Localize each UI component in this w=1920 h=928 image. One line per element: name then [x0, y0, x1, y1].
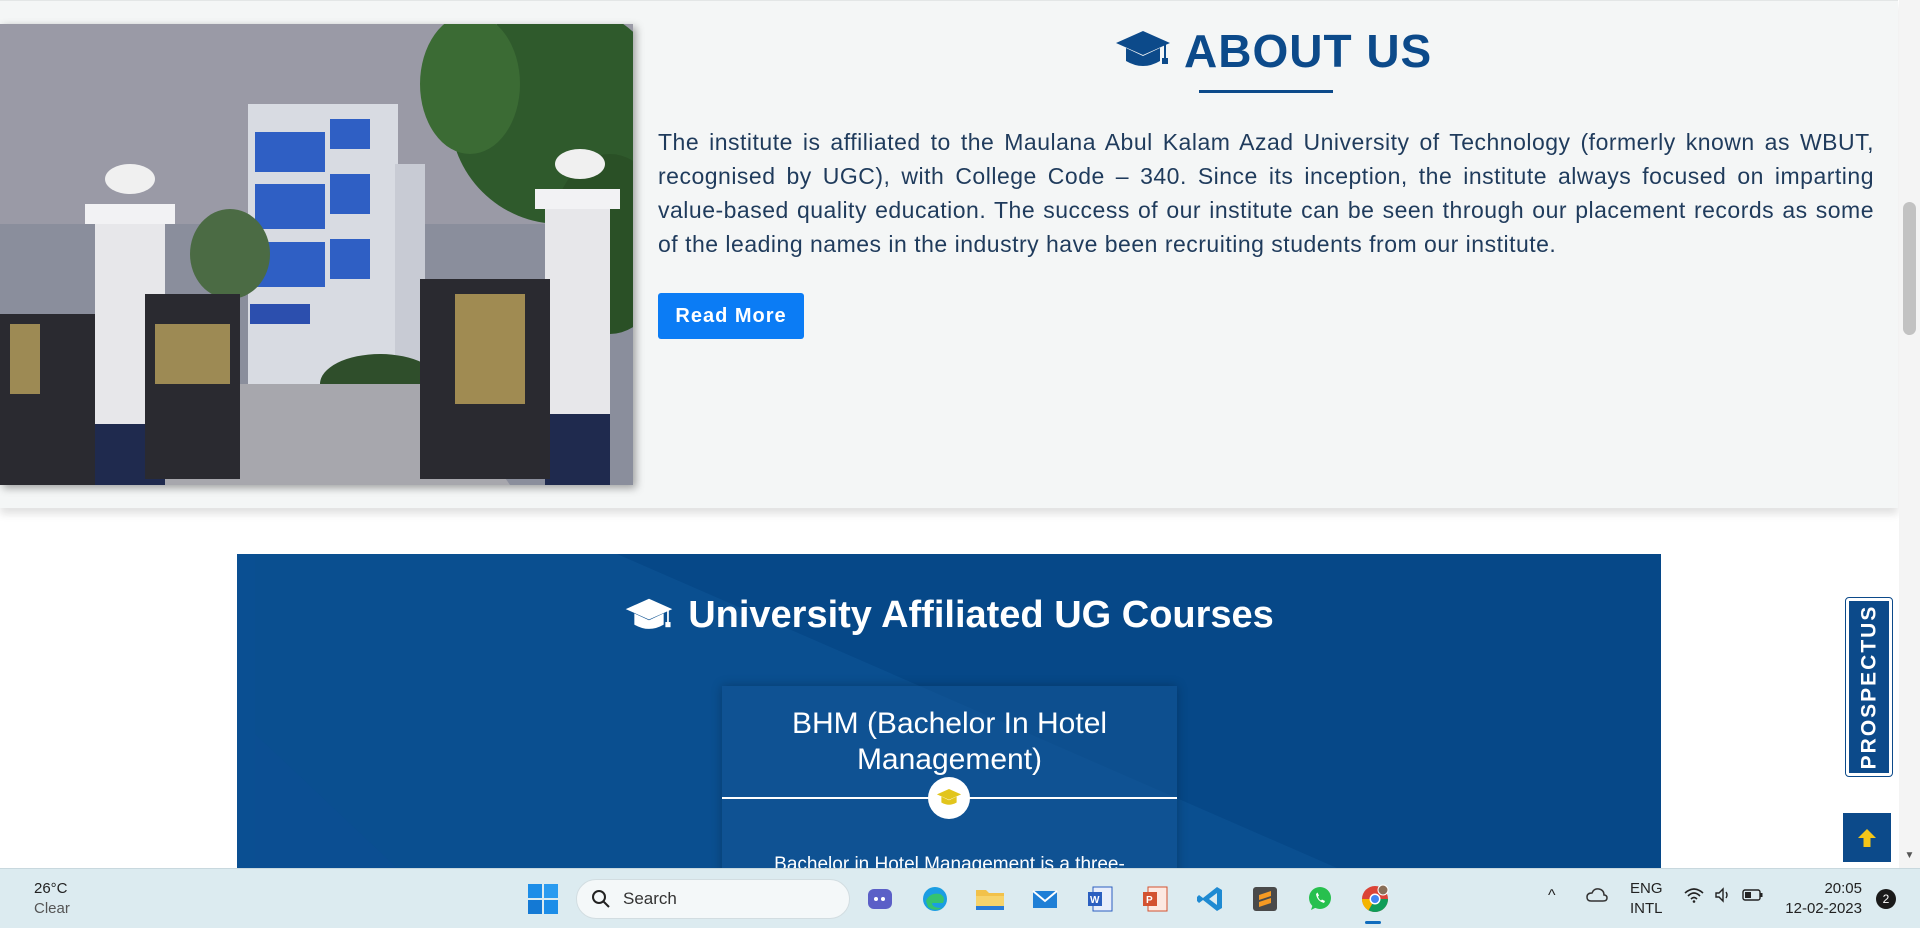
weather-widget[interactable]: 26°C Clear [34, 879, 70, 919]
language-code: ENG [1630, 880, 1663, 897]
wifi-icon [1684, 888, 1704, 903]
clock-date: 12-02-2023 [1785, 900, 1862, 917]
arrow-up-icon [1858, 828, 1876, 847]
about-title-text: ABOUT US [1184, 25, 1433, 77]
language-indicator[interactable]: ENG INTL [1630, 879, 1663, 919]
campus-gate-photo [0, 24, 633, 485]
about-heading: ABOUT US [1114, 25, 1432, 77]
taskbar-clock[interactable]: 20:05 12-02-2023 [1780, 879, 1862, 919]
mail-icon[interactable] [1027, 881, 1063, 917]
vscode-icon[interactable] [1192, 881, 1228, 917]
word-icon[interactable]: W [1082, 881, 1118, 917]
edge-icon[interactable] [917, 881, 953, 917]
powerpoint-icon[interactable]: P [1137, 881, 1173, 917]
notification-badge[interactable]: 2 [1876, 889, 1896, 909]
card-badge [928, 777, 970, 819]
prospectus-tab[interactable]: PROSPECTUS [1845, 597, 1893, 777]
course-card-description: Bachelor in Hotel Management is a three- [774, 854, 1125, 868]
course-card-title: BHM (Bachelor In Hotel Management) [791, 707, 1108, 776]
scroll-down-arrow-icon[interactable]: ▼ [1903, 850, 1916, 862]
start-icon[interactable] [526, 882, 560, 916]
courses-title-text: University Affiliated UG Courses [688, 594, 1274, 636]
file-explorer-icon[interactable] [972, 881, 1008, 917]
browser-viewport: ABOUT US The institute is affiliated to … [0, 0, 1920, 868]
course-card-bhm[interactable]: BHM (Bachelor In Hotel Management) Bache… [722, 686, 1177, 868]
read-more-button[interactable]: Read More [658, 293, 804, 339]
svg-text:P: P [1146, 895, 1153, 906]
svg-text:W: W [1090, 895, 1100, 906]
chevron-up-icon[interactable]: ^ [1548, 887, 1556, 905]
system-tray-icons[interactable] [1684, 887, 1764, 903]
taskbar-search[interactable]: Search [576, 879, 850, 919]
onedrive-cloud-icon[interactable] [1586, 887, 1608, 908]
search-label: Search [623, 889, 677, 908]
courses-heading: University Affiliated UG Courses [237, 594, 1661, 637]
about-heading-underline [1199, 90, 1333, 93]
active-app-indicator [1365, 921, 1381, 924]
graduation-cap-icon [625, 598, 673, 629]
sublime-icon[interactable] [1247, 881, 1283, 917]
about-section: ABOUT US The institute is affiliated to … [0, 0, 1898, 508]
graduation-cap-icon [1116, 31, 1170, 66]
chrome-icon[interactable] [1357, 881, 1393, 917]
prospectus-label: PROSPECTUS [1857, 604, 1881, 770]
back-to-top-button[interactable] [1843, 813, 1891, 862]
teams-icon[interactable] [862, 881, 898, 917]
whatsapp-icon[interactable] [1302, 881, 1338, 917]
clock-time: 20:05 [1824, 880, 1862, 897]
weather-temperature: 26°C [34, 880, 68, 897]
about-description: The institute is affiliated to the Maula… [658, 129, 1874, 257]
weather-condition: Clear [34, 900, 70, 917]
battery-icon [1742, 889, 1763, 901]
search-icon [592, 890, 610, 908]
ug-courses-section: University Affiliated UG Courses BHM (Ba… [237, 554, 1661, 868]
scrollbar-thumb[interactable] [1903, 202, 1916, 335]
volume-icon [1715, 887, 1728, 903]
keyboard-layout: INTL [1630, 900, 1663, 917]
graduation-cap-icon [936, 789, 962, 805]
page-scrollbar[interactable] [1899, 0, 1920, 868]
windows-taskbar: 26°C Clear Search W P ^ ENG INTL 20:05 1… [0, 868, 1920, 928]
